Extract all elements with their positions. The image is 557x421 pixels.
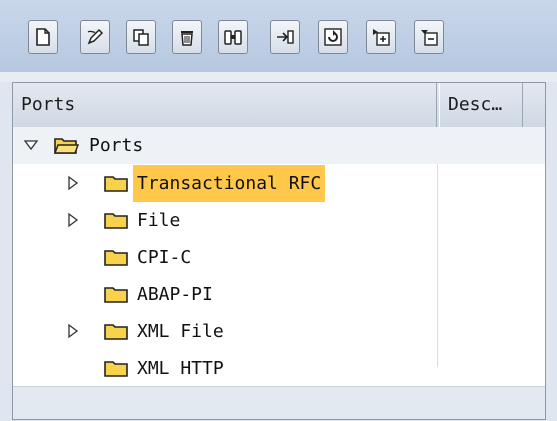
tree-node-cpi-c[interactable]: CPI-C (13, 239, 545, 276)
folder-icon (104, 361, 128, 377)
find-button[interactable] (218, 20, 248, 54)
tree-node-abap-pi[interactable]: ABAP-PI (13, 276, 545, 313)
triangle-right-icon[interactable] (65, 323, 81, 339)
tree-node-label: CPI-C (137, 247, 192, 268)
folder-icon (104, 250, 128, 266)
tree-header: Ports Desc… (13, 83, 545, 128)
change-button[interactable] (80, 20, 110, 54)
create-button[interactable] (28, 20, 58, 54)
tree-node-file[interactable]: File (13, 202, 545, 239)
transport-icon (277, 30, 294, 44)
folder-icon (104, 213, 128, 229)
column-header-ports[interactable]: Ports (13, 83, 437, 127)
folder-icon (104, 324, 128, 340)
collapse-subtree-button[interactable] (414, 20, 444, 54)
triangle-down-icon[interactable] (23, 137, 39, 153)
tree-node-label: File (137, 210, 181, 231)
refresh-button[interactable] (318, 20, 348, 54)
column-header-description[interactable]: Desc… (439, 83, 523, 127)
delete-button[interactable] (172, 20, 202, 54)
folder-icon (104, 176, 128, 192)
tree-node-label: XML File (137, 321, 224, 342)
tree-node-label: ABAP-PI (137, 284, 213, 305)
triangle-right-icon[interactable] (65, 175, 81, 191)
tree-node-label: XML HTTP (137, 358, 224, 379)
ports-tree: Ports Desc… Ports Transactional RFC File (12, 82, 546, 420)
collapse-subtree-icon (421, 30, 438, 46)
copy-button[interactable] (126, 20, 156, 54)
edit-pencil-icon (87, 28, 104, 45)
folder-icon (104, 287, 128, 303)
tree-footer (13, 386, 545, 419)
open-folder-icon (53, 138, 79, 154)
triangle-right-icon[interactable] (65, 212, 81, 228)
expand-subtree-button[interactable] (366, 20, 396, 54)
tree-node-label: Ports (89, 135, 144, 156)
binoculars-find-icon (224, 30, 242, 45)
tree-node-xml-file[interactable]: XML File (13, 313, 545, 350)
tree-node-ports-root[interactable]: Ports (13, 127, 545, 164)
toolbar-separator (0, 72, 557, 82)
new-document-icon (36, 28, 50, 46)
delete-trash-icon (181, 31, 193, 46)
application-toolbar (0, 0, 557, 73)
tree-node-label: Transactional RFC (133, 165, 326, 202)
expand-subtree-icon (373, 29, 390, 46)
copy-icon (133, 29, 149, 46)
tree-node-xml-http[interactable]: XML HTTP (13, 350, 545, 387)
tree-node-transactional-rfc[interactable]: Transactional RFC (13, 165, 545, 202)
refresh-icon (324, 28, 342, 46)
transport-button[interactable] (270, 20, 300, 54)
